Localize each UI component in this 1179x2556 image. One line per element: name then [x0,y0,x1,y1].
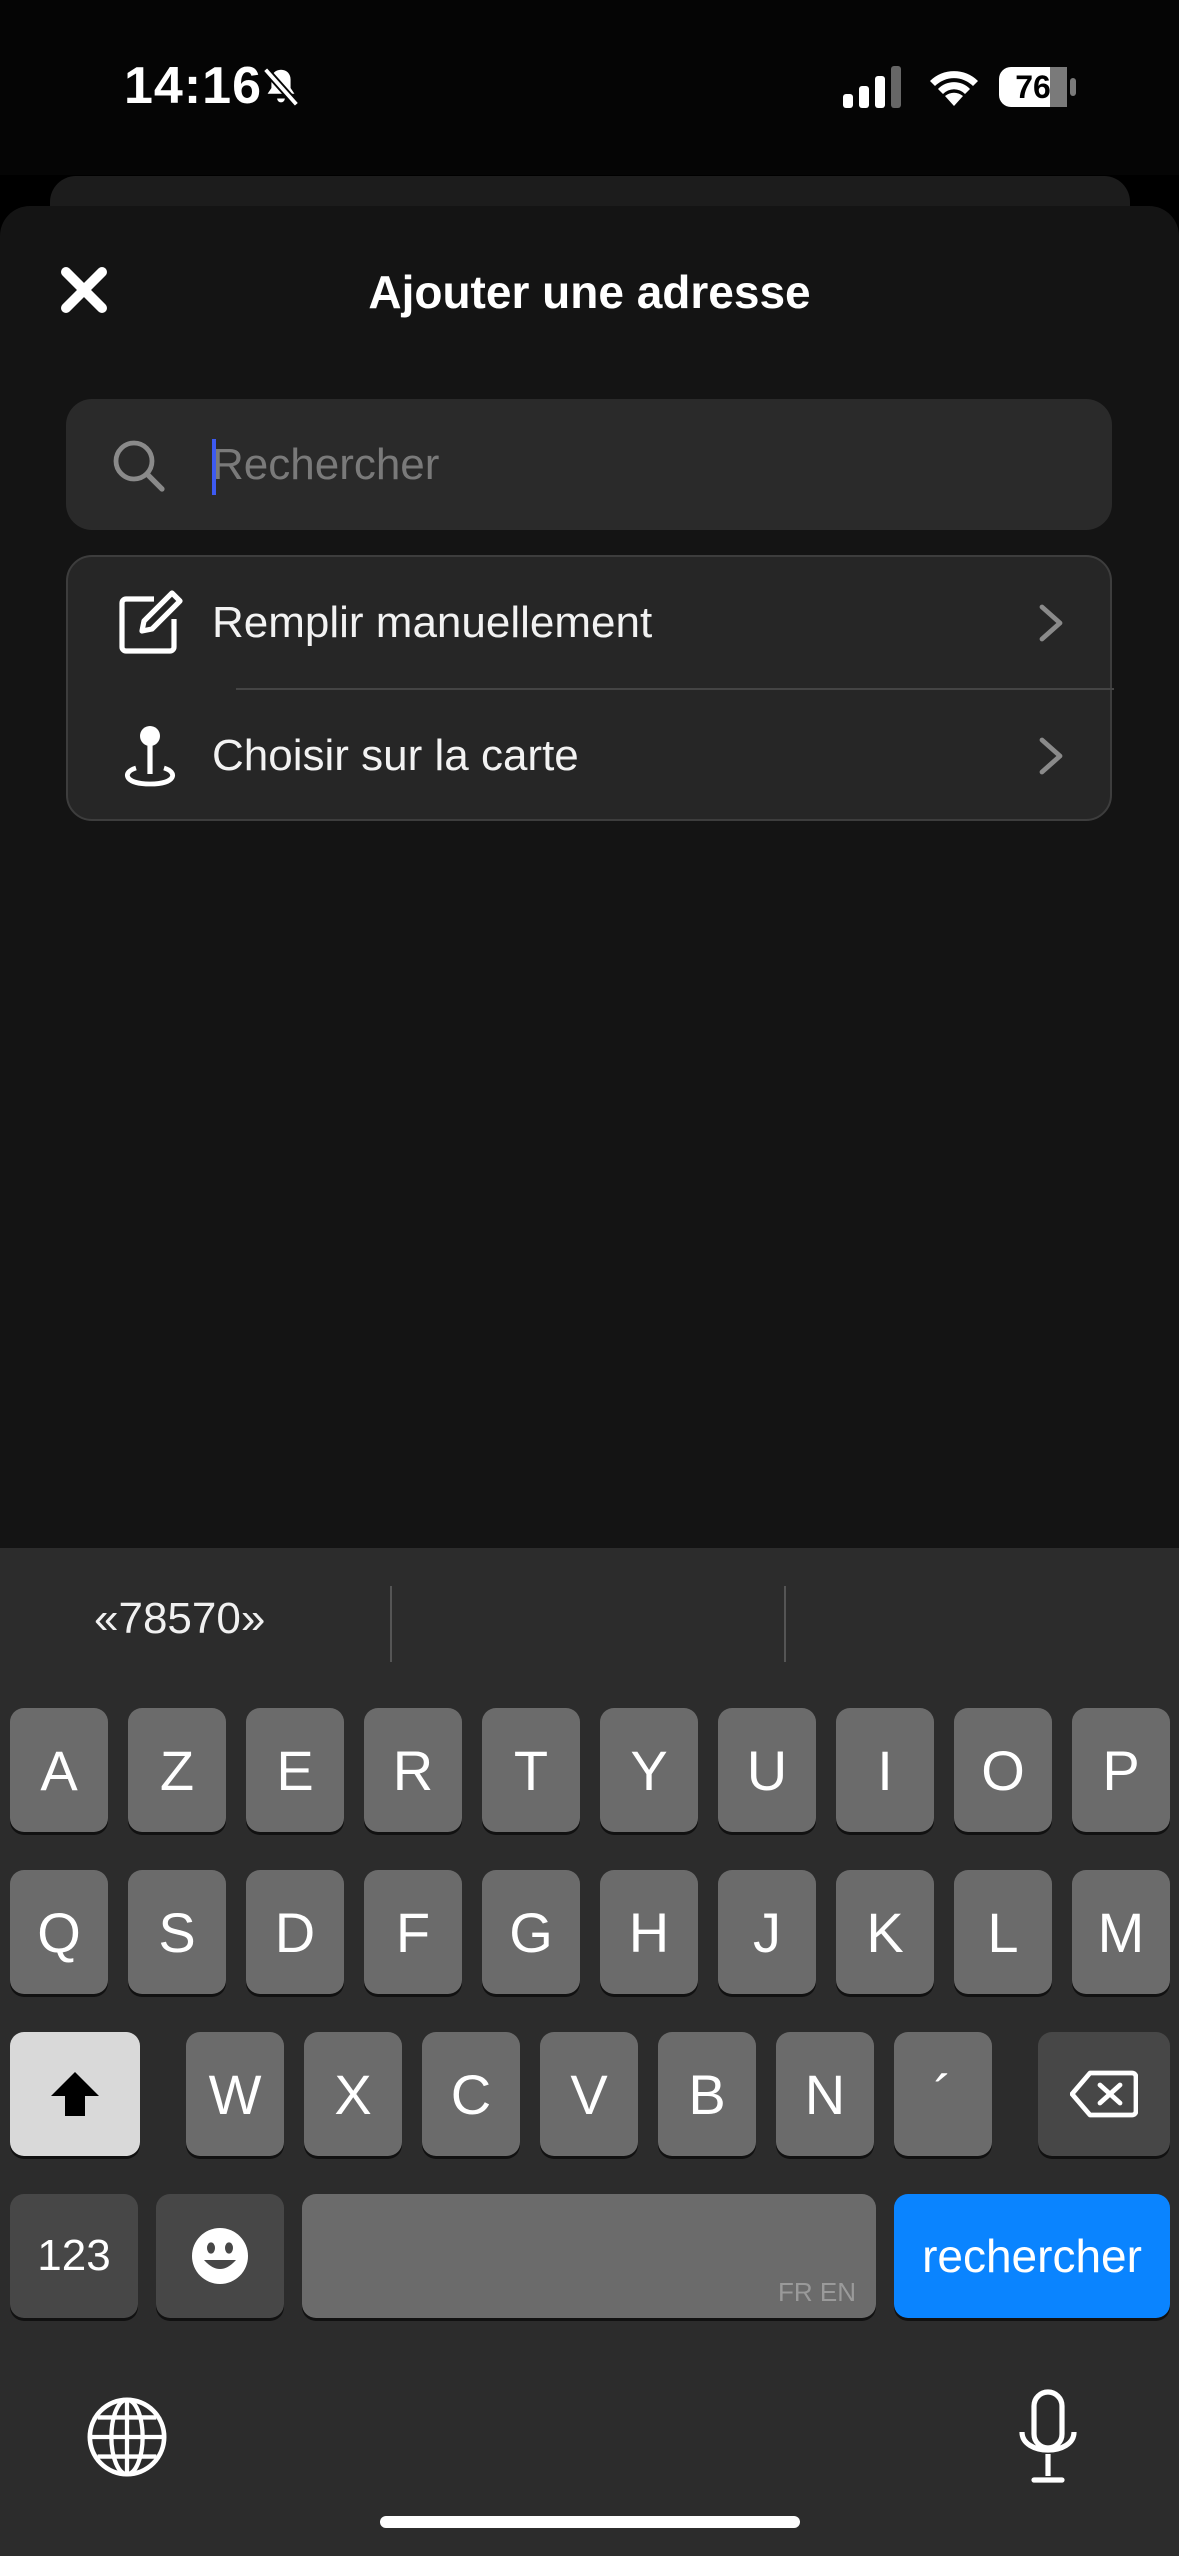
key-e[interactable]: E [246,1708,344,1832]
option-label: Choisir sur la carte [212,731,579,780]
shift-icon [51,2072,99,2116]
option-label: Remplir manuellement [212,598,653,647]
key-t[interactable]: T [482,1708,580,1832]
page-title: Ajouter une adresse [368,266,811,318]
chevron-right-icon [1039,737,1063,775]
key-b[interactable]: B [658,2032,756,2156]
key-s[interactable]: S [128,1870,226,1994]
key-f[interactable]: F [364,1870,462,1994]
space-language-label: FR EN [778,2277,856,2307]
space-key[interactable]: FR EN [302,2194,876,2318]
key-i[interactable]: I [836,1708,934,1832]
battery-level: 76 [1015,68,1051,105]
numbers-key[interactable]: 123 [10,2194,138,2318]
cellular-signal-icon [843,66,901,108]
delete-key[interactable] [1038,2032,1170,2156]
address-options-list: Remplir manuellement Choisir sur la cart… [66,555,1114,821]
bell-slash-icon [262,67,300,107]
key-r[interactable]: R [364,1708,462,1832]
key-h[interactable]: H [600,1870,698,1994]
key-u[interactable]: U [718,1708,816,1832]
divider [390,1586,392,1662]
wifi-icon [930,71,978,106]
emoji-key[interactable] [156,2194,284,2318]
key-m[interactable]: M [1072,1870,1170,1994]
fill-manually-option[interactable]: Remplir manuellement [68,557,1114,688]
key-a[interactable]: A [10,1708,108,1832]
key-d[interactable]: D [246,1870,344,1994]
key-q[interactable]: Q [10,1870,108,1994]
key-c[interactable]: C [422,2032,520,2156]
shift-key[interactable] [10,2032,140,2156]
key-o[interactable]: O [954,1708,1052,1832]
choose-on-map-option[interactable]: Choisir sur la carte [68,690,1114,821]
key-k[interactable]: K [836,1870,934,1994]
prediction-1[interactable]: «78570» [94,1594,265,1644]
key-y[interactable]: Y [600,1708,698,1832]
microphone-icon[interactable] [1018,2388,1078,2488]
key-l[interactable]: L [954,1870,1052,1994]
emoji-icon [192,2228,248,2284]
home-indicator [380,2516,800,2528]
key-p[interactable]: P [1072,1708,1170,1832]
text-caret [212,439,216,495]
status-time: 14:16 [124,57,262,115]
key-v[interactable]: V [540,2032,638,2156]
prediction-bar: «78570» [0,1548,1179,1704]
key-w[interactable]: W [186,2032,284,2156]
key-g[interactable]: G [482,1870,580,1994]
status-bar: 14:16 76 [0,0,1179,175]
keyboard: «78570» A Z E R T Y U I O P Q S D F G H … [0,1548,1179,2556]
battery-icon: 76 [998,66,1078,108]
map-pin-icon [125,726,175,787]
key-j[interactable]: J [718,1870,816,1994]
edit-icon [119,590,183,654]
key-n[interactable]: N [776,2032,874,2156]
key-z[interactable]: Z [128,1708,226,1832]
divider [784,1586,786,1662]
search-return-key[interactable]: rechercher [894,2194,1170,2318]
search-input[interactable] [212,425,1072,505]
chevron-right-icon [1039,604,1063,642]
key-x[interactable]: X [304,2032,402,2156]
backspace-icon [1070,2070,1138,2118]
globe-icon[interactable] [84,2394,170,2480]
search-field[interactable] [66,399,1112,530]
key-acute-accent[interactable]: ´ [894,2032,992,2156]
search-icon [113,440,165,492]
